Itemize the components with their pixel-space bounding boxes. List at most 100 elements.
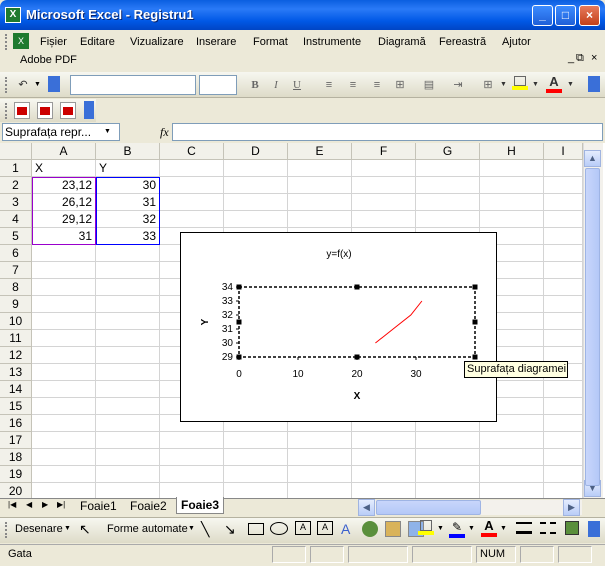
cell-f3[interactable] [352, 194, 416, 211]
underline-icon[interactable]: U [287, 75, 307, 95]
cell-e17[interactable] [288, 432, 352, 449]
cell-f1[interactable] [352, 160, 416, 177]
cell-a13[interactable] [32, 364, 96, 381]
cell-g2[interactable] [416, 177, 480, 194]
borders-icon[interactable]: ⊞ [478, 75, 498, 95]
3d-style-icon[interactable] [565, 521, 579, 535]
pdf-toolbar-grip[interactable] [5, 103, 8, 119]
first-sheet-button[interactable]: |◀ [8, 500, 16, 509]
arrow-icon[interactable]: ↘ [224, 521, 236, 538]
cell-b18[interactable] [96, 449, 160, 466]
cell-c2[interactable] [160, 177, 224, 194]
menu-view[interactable]: Vizualizare [130, 36, 184, 48]
select-all-corner[interactable] [0, 143, 32, 160]
cell-i19[interactable] [544, 466, 583, 483]
dash-style-icon[interactable] [540, 522, 556, 534]
cell-d3[interactable] [224, 194, 288, 211]
cell-i17[interactable] [544, 432, 583, 449]
cell-b10[interactable] [96, 313, 160, 330]
row-header-10[interactable]: 10 [0, 313, 32, 330]
menu-edit[interactable]: Editare [80, 36, 115, 48]
autoshapes-menu-button[interactable]: Forme automate [107, 523, 188, 535]
cell-g1[interactable] [416, 160, 480, 177]
cell-b17[interactable] [96, 432, 160, 449]
cell-h17[interactable] [480, 432, 544, 449]
row-header-19[interactable]: 19 [0, 466, 32, 483]
fill-color-draw-dropdown-icon[interactable]: ▼ [437, 525, 444, 532]
column-header-c[interactable]: C [160, 143, 224, 160]
column-header-a[interactable]: A [32, 143, 96, 160]
cell-c3[interactable] [160, 194, 224, 211]
line-color-dropdown-icon[interactable]: ▼ [468, 525, 475, 532]
cell-f18[interactable] [352, 449, 416, 466]
pdf-review-icon[interactable] [60, 102, 76, 119]
menu-window[interactable]: Fereastră [439, 36, 486, 48]
cell-d18[interactable] [224, 449, 288, 466]
toolbar-options-icon[interactable] [48, 76, 60, 92]
horizontal-scroll-thumb[interactable] [376, 500, 481, 515]
cell-i6[interactable] [544, 245, 583, 262]
cell-i3[interactable] [544, 194, 583, 211]
cell-f17[interactable] [352, 432, 416, 449]
line-color-icon[interactable]: ✎ [449, 520, 465, 538]
column-header-b[interactable]: B [96, 143, 160, 160]
cell-i16[interactable] [544, 415, 583, 432]
formula-input[interactable] [172, 123, 603, 141]
row-header-6[interactable]: 6 [0, 245, 32, 262]
menubar-grip[interactable] [5, 34, 8, 50]
tab-sheet-1[interactable]: Foaie1 [76, 498, 121, 515]
cell-d1[interactable] [224, 160, 288, 177]
font-size-combo[interactable] [199, 75, 237, 95]
pdf-toolbar-options-icon[interactable] [84, 101, 94, 119]
cell-c4[interactable] [160, 211, 224, 228]
cell-a1[interactable]: X [32, 160, 96, 177]
cell-a14[interactable] [32, 381, 96, 398]
italic-icon[interactable]: I [266, 75, 286, 95]
close-button[interactable]: × [579, 5, 600, 26]
row-header-2[interactable]: 2 [0, 177, 32, 194]
font-name-combo[interactable] [70, 75, 196, 95]
cell-b12[interactable] [96, 347, 160, 364]
cell-g17[interactable] [416, 432, 480, 449]
cell-f19[interactable] [352, 466, 416, 483]
cell-b8[interactable] [96, 279, 160, 296]
menu-adobe-pdf[interactable]: Adobe PDF [20, 54, 77, 66]
cell-b15[interactable] [96, 398, 160, 415]
cell-c1[interactable] [160, 160, 224, 177]
currency-icon[interactable]: ▤ [419, 75, 439, 95]
line-icon[interactable]: ╲ [201, 521, 209, 538]
fx-icon[interactable]: fx [160, 125, 169, 140]
rectangle-icon[interactable] [248, 523, 264, 535]
prev-sheet-button[interactable]: ◀ [26, 500, 32, 509]
cell-b14[interactable] [96, 381, 160, 398]
row-header-18[interactable]: 18 [0, 449, 32, 466]
cell-h3[interactable] [480, 194, 544, 211]
font-color-draw-icon[interactable]: A [481, 518, 497, 538]
drawing-toolbar-grip[interactable] [5, 522, 8, 538]
excel-app-icon[interactable]: X [5, 7, 21, 23]
cell-a10[interactable] [32, 313, 96, 330]
workbook-icon[interactable]: X [13, 33, 29, 49]
column-header-i[interactable]: I [544, 143, 583, 160]
align-center-icon[interactable]: ≡ [343, 75, 363, 95]
cell-b13[interactable] [96, 364, 160, 381]
cell-a17[interactable] [32, 432, 96, 449]
scroll-right-button[interactable]: ▶ [563, 499, 580, 516]
column-header-g[interactable]: G [416, 143, 480, 160]
last-sheet-button[interactable]: ▶| [57, 500, 65, 509]
menu-insert[interactable]: Inserare [196, 36, 236, 48]
cell-a12[interactable] [32, 347, 96, 364]
row-header-4[interactable]: 4 [0, 211, 32, 228]
align-left-icon[interactable]: ≡ [319, 75, 339, 95]
cell-a18[interactable] [32, 449, 96, 466]
row-header-7[interactable]: 7 [0, 262, 32, 279]
scroll-left-button[interactable]: ◀ [358, 499, 375, 516]
oval-icon[interactable] [270, 522, 288, 535]
cell-a9[interactable] [32, 296, 96, 313]
menu-help[interactable]: Ajutor [502, 36, 531, 48]
menu-file[interactable]: Fișier [40, 36, 67, 48]
cell-i1[interactable] [544, 160, 583, 177]
row-header-8[interactable]: 8 [0, 279, 32, 296]
maximize-button[interactable]: □ [555, 5, 576, 26]
cell-d17[interactable] [224, 432, 288, 449]
